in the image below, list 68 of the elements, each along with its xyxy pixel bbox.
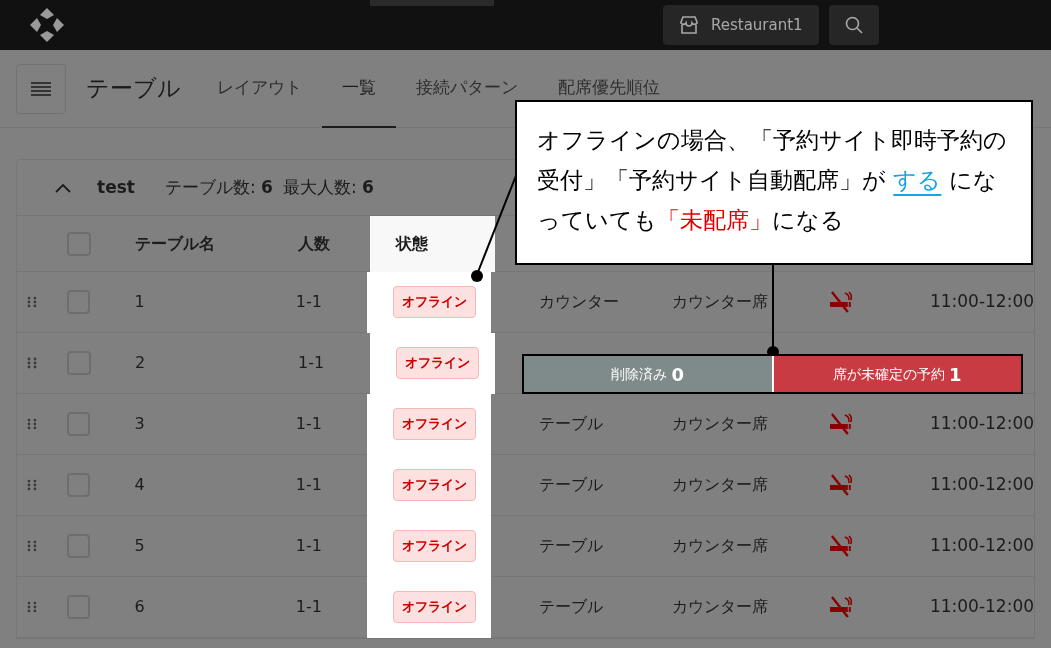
- table-cell-text: テーブル: [539, 535, 605, 557]
- table-cell-text: 11:00-12:00: [929, 534, 1034, 558]
- status-badge: オフライン: [393, 408, 477, 440]
- tab[interactable]: 接続パターン: [396, 49, 538, 128]
- table-cell-text: カウンター席: [671, 413, 769, 435]
- summary-count: 0: [671, 362, 684, 387]
- table-cell-text: 1-1: [295, 413, 323, 435]
- table-cell-text: カウンター席: [671, 596, 769, 618]
- table-cell-text: テーブル: [539, 596, 605, 618]
- no-smoking-icon: [828, 473, 854, 497]
- table-cell-text: 3: [134, 413, 146, 435]
- status-badge: オフライン: [393, 530, 477, 562]
- store-icon: [679, 16, 699, 34]
- summary-count: 1: [949, 362, 962, 387]
- status-badge: オフライン: [393, 469, 477, 501]
- callout-text: オフラインの場合、「予約サイト即時予約の受付」「予約サイト自動配席」が する になっていても「未配席」になる: [537, 126, 1008, 235]
- group-stat: テーブル数: 6: [164, 175, 273, 199]
- no-smoking-icon: [828, 534, 854, 558]
- table-cell-text: 6: [134, 596, 146, 618]
- table-cell-text: 11:00-12:00: [929, 412, 1034, 436]
- status-badge: オフライン: [393, 286, 477, 318]
- drag-handle-icon[interactable]: [27, 601, 37, 613]
- table-cell-text: 1-1: [295, 535, 323, 557]
- table-cell-text: 2: [135, 352, 147, 374]
- drag-handle-icon[interactable]: [27, 540, 37, 552]
- summary-label: 席が未確定の予約: [833, 364, 945, 384]
- drag-handle-icon[interactable]: [27, 418, 37, 430]
- tab[interactable]: 一覧: [322, 49, 396, 128]
- table-cell-text: 11:00-12:00: [929, 290, 1034, 314]
- no-smoking-icon: [828, 595, 854, 619]
- group-stat: 最大人数: 6: [282, 175, 374, 199]
- drag-handle-icon[interactable]: [27, 357, 37, 369]
- table-cell-text: 1-1: [298, 352, 326, 374]
- table-cell-text: テーブル: [539, 474, 605, 496]
- tab[interactable]: 配席優先順位: [538, 49, 680, 128]
- table-cell-text: 1-1: [295, 596, 323, 618]
- table-cell-text: テーブル: [539, 413, 605, 435]
- column-header: 状態: [370, 215, 495, 272]
- column-header: テーブル名: [135, 232, 216, 255]
- table-cell-text: 11:00-12:00: [929, 473, 1034, 497]
- search-button[interactable]: [828, 5, 879, 45]
- table-cell-text: 1: [134, 291, 146, 313]
- table-cell-text: カウンター席: [671, 291, 769, 313]
- table-cell-text: カウンター: [539, 291, 621, 313]
- no-smoking-icon: [828, 412, 854, 436]
- drag-handle-icon[interactable]: [27, 479, 37, 491]
- table-cell-text: カウンター席: [671, 474, 769, 496]
- menu-icon: [31, 81, 51, 96]
- store-button[interactable]: Restaurant1: [663, 5, 819, 45]
- drag-handle-icon[interactable]: [27, 296, 37, 308]
- table-cell-text: カウンター席: [671, 535, 769, 557]
- search-icon: [844, 16, 863, 34]
- table-cell-text: 5: [134, 535, 146, 557]
- group-name: test: [97, 175, 135, 199]
- page-title: テーブル: [86, 74, 181, 104]
- menu-button[interactable]: [16, 63, 66, 114]
- table-cell-text: 11:00-12:00: [929, 595, 1034, 619]
- status-badge: オフライン: [396, 347, 479, 379]
- tab[interactable]: レイアウト: [197, 49, 322, 128]
- table-cell-text: 1-1: [295, 291, 323, 313]
- no-smoking-icon: [828, 290, 854, 314]
- table-cell-text: 4: [134, 474, 146, 496]
- status-badge: オフライン: [393, 591, 477, 623]
- table-cell-text: 1-1: [295, 474, 323, 496]
- summary-label: 削除済み: [611, 364, 668, 384]
- column-header: 人数: [298, 232, 331, 255]
- collapse-icon[interactable]: [55, 182, 71, 193]
- logo-icon: [30, 8, 64, 42]
